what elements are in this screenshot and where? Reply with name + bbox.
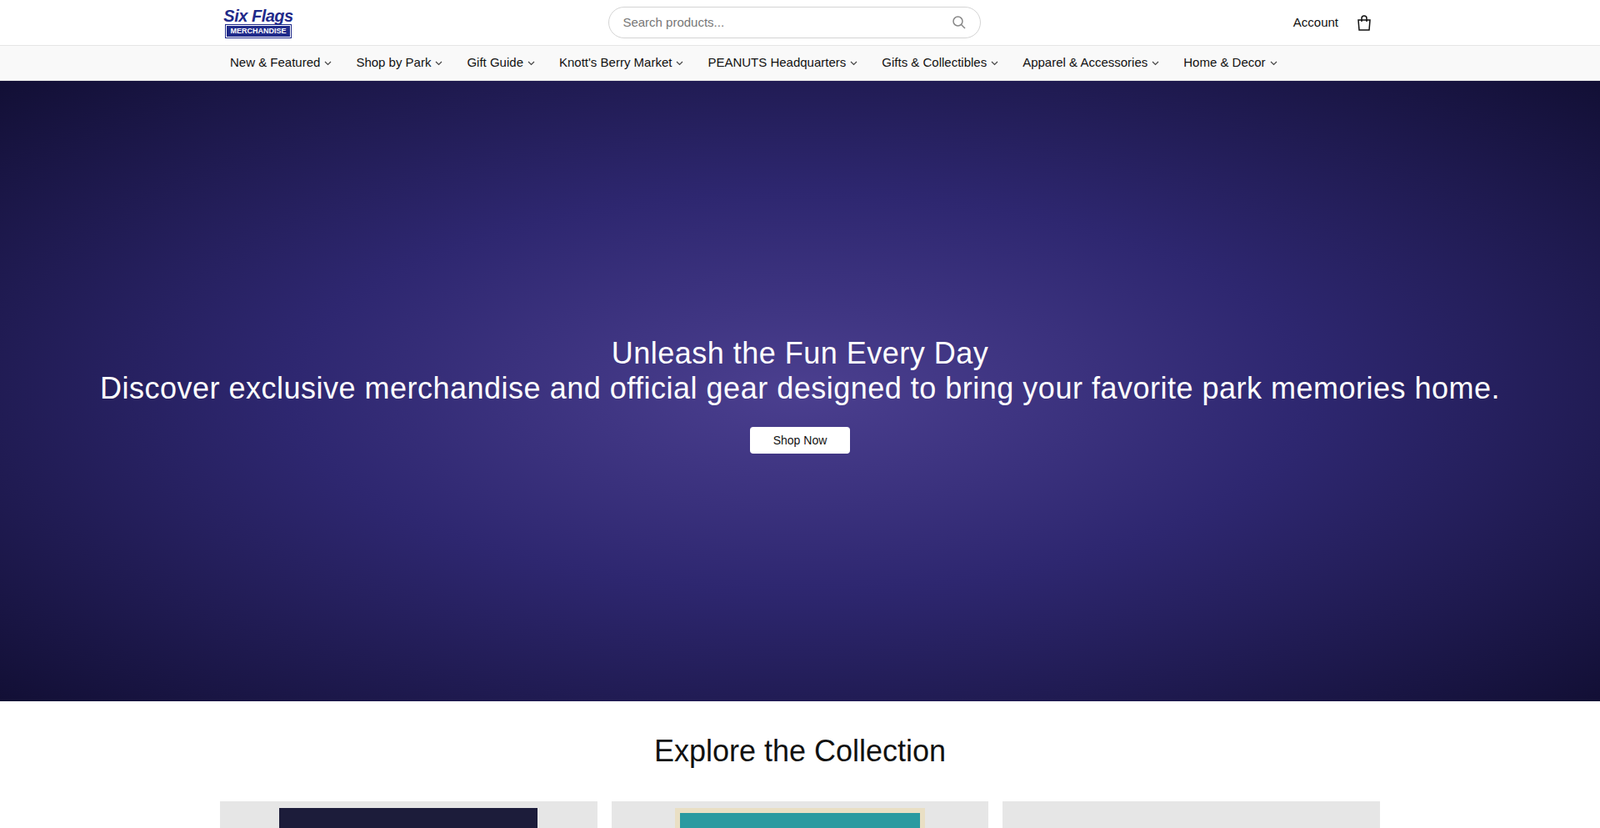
main-nav: New & Featured Shop by Park Gift Guide Knot… [0,45,1600,81]
chevron-down-icon[interactable] [990,60,999,66]
card-image[interactable] [675,807,925,828]
nav-item[interactable]: Shop by Park [355,53,443,73]
hero-subtitle: Discover exclusive merchandise and offic… [100,370,1500,407]
collection-card[interactable] [1002,800,1380,828]
search-input[interactable] [622,13,945,33]
nav-item-label[interactable]: Shop by Park [355,53,431,73]
nav-item-label[interactable]: Knott's Berry Market [559,53,672,73]
nav-item[interactable]: Apparel & Accessories [1022,53,1160,73]
nav-item-label[interactable]: Gifts & Collectibles [881,53,987,73]
nav-item[interactable]: New & Featured [230,53,332,73]
nav-item-label[interactable]: PEANUTS Headquarters [707,53,846,73]
chevron-down-icon[interactable] [850,60,858,66]
search-icon[interactable] [951,15,967,30]
search-box[interactable] [608,6,981,39]
chevron-down-icon[interactable] [324,60,332,66]
collection-title: Explore the Collection [0,700,1600,801]
nav-item[interactable]: PEANUTS Headquarters [707,53,858,73]
nav-item-label[interactable]: Gift Guide [466,53,524,73]
site-header: Six FlagsMERCHANDISE Account [0,0,1600,46]
card-image[interactable] [1066,807,1317,828]
hero-title: Unleash the Fun Every Day [611,336,990,370]
hero: Unleash the Fun Every Day Discover exclu… [0,80,1600,701]
chevron-down-icon[interactable] [527,60,535,66]
collection-card[interactable] [220,800,598,828]
nav-item-label[interactable]: Home & Decor [1183,53,1265,73]
chevron-down-icon[interactable] [435,60,443,66]
nav-item[interactable]: Home & Decor [1183,53,1277,73]
nav-item-label[interactable]: New & Featured [230,53,320,73]
logo-bottom[interactable]: MERCHANDISE [225,25,290,38]
logo[interactable]: Six FlagsMERCHANDISE [220,7,297,38]
nav-item[interactable]: Gifts & Collectibles [881,53,999,73]
nav-item[interactable]: Gift Guide [466,53,535,73]
chevron-down-icon[interactable] [1270,60,1278,66]
chevron-down-icon[interactable] [1151,60,1160,66]
card-image[interactable] [279,807,538,828]
collection-card[interactable] [611,800,990,828]
account-link[interactable]: Account [1293,13,1339,33]
nav-item-label[interactable]: Apparel & Accessories [1022,53,1148,73]
shop-now-button[interactable]: Shop Now [750,426,850,454]
logo-top[interactable]: Six Flags [223,7,293,25]
collection: Explore the Collection [0,700,1600,828]
nav-item[interactable]: Knott's Berry Market [559,53,684,73]
chevron-down-icon[interactable] [675,60,684,66]
shopping-bag-icon[interactable] [1356,15,1372,31]
